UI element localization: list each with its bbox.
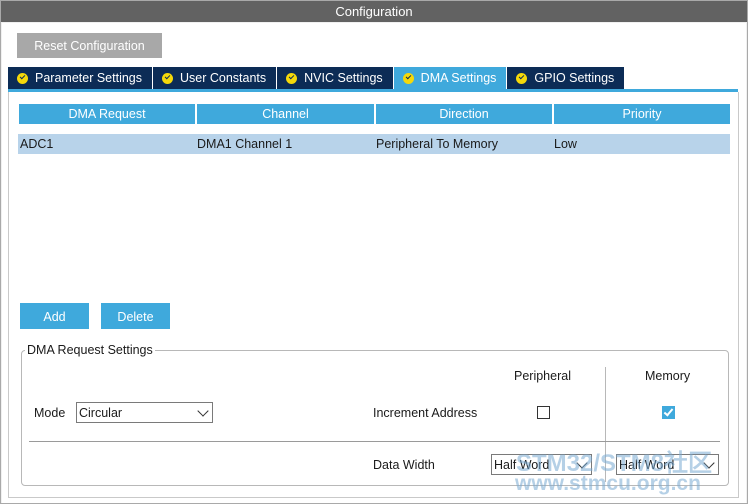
tab-nvic-settings[interactable]: NVIC Settings <box>277 67 394 89</box>
tab-label: User Constants <box>180 71 267 85</box>
check-circle-icon <box>286 72 298 84</box>
window-title: Configuration <box>1 1 747 22</box>
check-circle-icon <box>17 72 28 84</box>
tab-dma-settings[interactable]: DMA Settings <box>393 67 508 89</box>
check-circle-icon <box>516 72 528 84</box>
mode-value: Circular <box>79 406 123 420</box>
tab-parameter-settings[interactable]: Parameter Settings <box>8 67 153 89</box>
tab-user-constants[interactable]: User Constants <box>153 67 278 89</box>
column-header-direction[interactable]: Direction <box>376 104 554 124</box>
add-button[interactable]: Add <box>20 303 89 329</box>
peripheral-header: Peripheral <box>514 369 571 383</box>
tab-gpio-settings[interactable]: GPIO Settings <box>507 67 626 89</box>
mode-select[interactable]: Circular <box>76 402 213 423</box>
data-width-label: Data Width <box>373 458 435 472</box>
group-title: DMA Request Settings <box>25 343 155 357</box>
tab-label: NVIC Settings <box>304 71 383 85</box>
cell-priority: Low <box>554 137 577 151</box>
cell-channel: DMA1 Channel 1 <box>197 137 293 151</box>
delete-button[interactable]: Delete <box>101 303 170 329</box>
column-header-priority[interactable]: Priority <box>554 104 730 124</box>
tab-bar: Parameter Settings User Constants NVIC S… <box>8 67 626 89</box>
column-header-channel[interactable]: Channel <box>197 104 376 124</box>
tab-label: DMA Settings <box>420 71 497 85</box>
memory-increment-checkbox[interactable] <box>662 406 675 419</box>
peripheral-increment-checkbox[interactable] <box>537 406 550 419</box>
tab-label: Parameter Settings <box>35 71 142 85</box>
table-row[interactable]: ADC1 DMA1 Channel 1 Peripheral To Memory… <box>18 134 730 154</box>
column-header-dma-request[interactable]: DMA Request <box>19 104 197 124</box>
dma-table-header: DMA Request Channel Direction Priority <box>19 104 730 124</box>
watermark-line-2: www.stmcu.org.cn <box>515 472 701 495</box>
mode-label: Mode <box>34 406 66 420</box>
reset-configuration-button[interactable]: Reset Configuration <box>17 33 162 58</box>
chevron-down-icon <box>197 405 209 417</box>
memory-header: Memory <box>645 369 691 383</box>
increment-address-label: Increment Address <box>373 406 478 420</box>
settings-divider <box>29 441 720 442</box>
cell-dma-request: ADC1 <box>20 137 54 151</box>
cell-direction: Peripheral To Memory <box>376 137 499 151</box>
check-circle-icon <box>162 72 173 84</box>
tab-label: GPIO Settings <box>534 71 615 85</box>
check-circle-icon <box>402 72 414 84</box>
